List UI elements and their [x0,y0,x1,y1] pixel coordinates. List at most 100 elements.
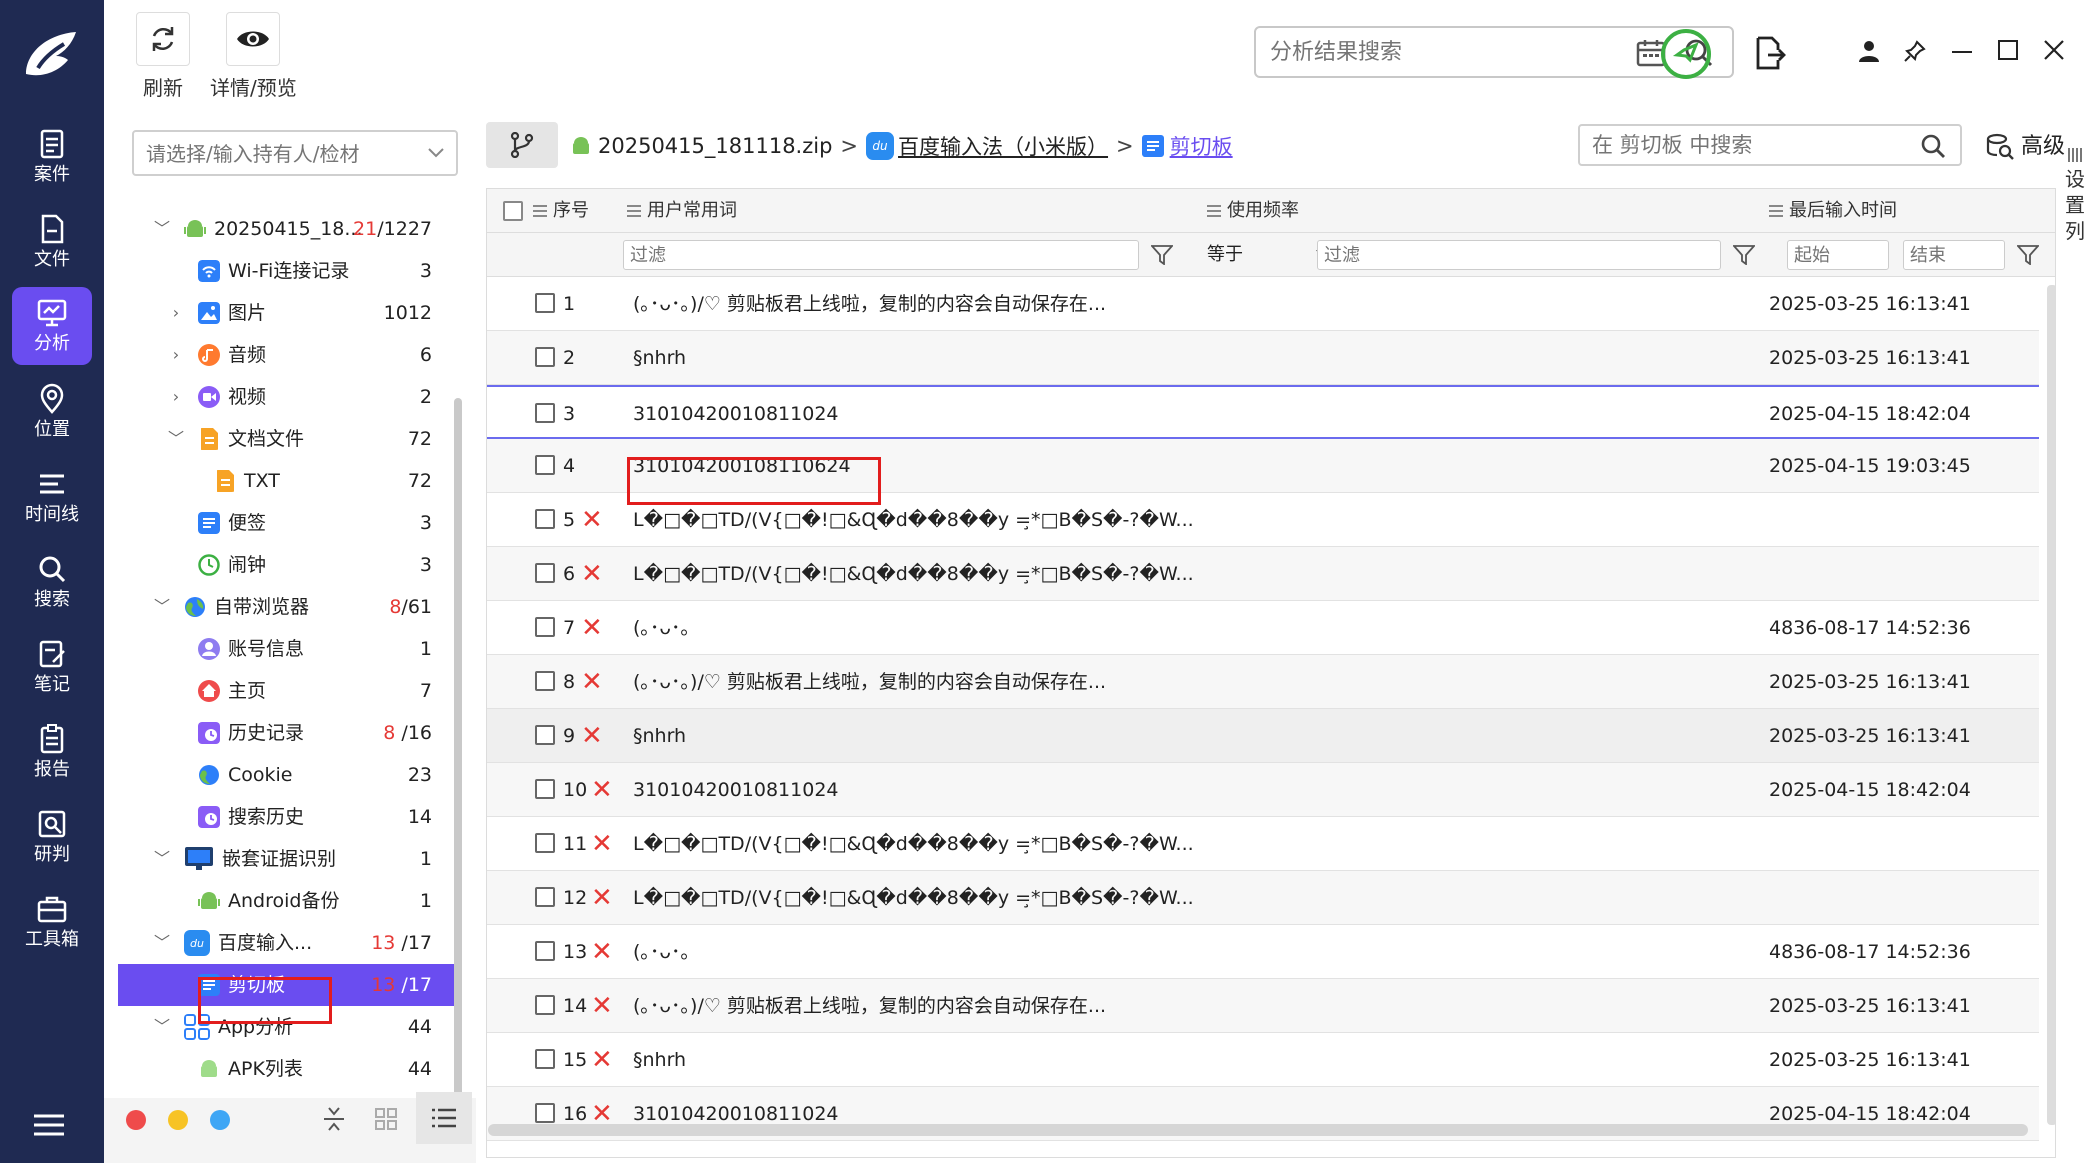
nav-item-note[interactable]: 笔记 [12,628,92,706]
table-row[interactable]: 15 ✕ §nhrh 2025-03-25 16:13:41 [487,1033,2039,1087]
nav-item-file[interactable]: 文件 [12,203,92,281]
row-checkbox[interactable] [535,1049,555,1069]
refresh-button[interactable]: 刷新 [136,12,190,101]
filter-icon[interactable] [2017,245,2039,265]
time-end-box[interactable] [1903,240,2005,270]
table-row[interactable]: 10 ✕ 31010420010811024 2025-04-15 18:42:04 [487,763,2039,817]
nav-item-report[interactable]: 报告 [12,713,92,791]
chevron-down-icon[interactable]: ﹀ [152,586,172,628]
nav-item-search[interactable]: 搜索 [12,543,92,621]
chevron-down-icon[interactable]: ﹀ [152,1006,172,1048]
chevron-right-icon[interactable]: › [166,376,186,418]
row-checkbox[interactable] [535,563,555,583]
table-row[interactable]: 9 ✕ §nhrh 2025-03-25 16:13:41 [487,709,2039,763]
nav-item-location[interactable]: 位置 [12,373,92,451]
close-icon[interactable] [2044,40,2064,60]
table-row[interactable]: 14 ✕ (｡･ᴗ･｡)/♡ 剪贴板君上线啦，复制的内容会自动保存在... 2025-… [487,979,2039,1033]
pin-icon[interactable] [1904,40,1926,62]
tree-item-images[interactable]: › 图片 1012 [118,292,456,334]
shield-status-icon[interactable] [1660,28,1712,80]
table-row[interactable]: 7 ✕ (｡･ᴗ･｡ 4836-08-17 14:52:36 [487,601,2039,655]
tree-item-browser[interactable]: ﹀ 自带浏览器 8/61 [118,586,456,628]
tree-item-account[interactable]: 账号信息 1 [118,628,456,670]
chevron-down-icon[interactable]: ﹀ [152,208,172,250]
advanced-search-button[interactable]: 高级 [1986,128,2065,161]
red-tag-dot[interactable] [126,1110,146,1130]
user-icon[interactable] [1858,40,1880,62]
tree-item-baidu-ime[interactable]: ﹀ du 百度输入... 13 /17 [118,922,456,964]
yellow-tag-dot[interactable] [168,1110,188,1130]
tree-item-device[interactable]: ﹀ 20250415_18... 21/1227 [118,208,456,250]
table-horizontal-scrollbar[interactable] [488,1124,2028,1136]
row-checkbox[interactable] [535,1103,555,1123]
tree-item-alarm[interactable]: 闹钟 3 [118,544,456,586]
time-end-input[interactable] [1910,243,2000,267]
nav-item-case[interactable]: 案件 [12,118,92,196]
blue-tag-dot[interactable] [210,1110,230,1130]
table-row[interactable]: 13 ✕ (｡･ᴗ･｡ 4836-08-17 14:52:36 [487,925,2039,979]
time-start-box[interactable] [1787,240,1889,270]
header-frequency[interactable]: 使用频率 [1207,189,1299,233]
row-checkbox[interactable] [535,293,555,313]
table-row[interactable]: 12 ✕ L�□�□TD/(V{□�!□&Ɋ�d��8��y =̧*□B�S�-?�… [487,871,2039,925]
tree-item-video[interactable]: › 视频 2 [118,376,456,418]
word-filter-input[interactable] [630,243,1093,267]
chevron-down-icon[interactable]: ﹀ [152,838,172,880]
row-checkbox[interactable] [535,671,555,691]
tree-item-android-backup[interactable]: Android备份 1 [118,880,456,922]
tree-item-notes[interactable]: 便签 3 [118,502,456,544]
chevron-down-icon[interactable]: ﹀ [166,418,186,460]
breadcrumb-zip[interactable]: 20250415_181118.zip [598,134,832,158]
tree-item-nested-evidence[interactable]: ﹀ 嵌套证据识别 1 [118,838,456,880]
word-filter-box[interactable] [623,240,1139,270]
frequency-filter-input[interactable] [1324,243,1686,267]
search-icon[interactable] [1920,133,1946,159]
minimize-icon[interactable] [1952,50,1972,54]
breadcrumb-current[interactable]: 剪切板 [1170,131,1233,161]
table-row[interactable]: 11 ✕ L�□�□TD/(V{□�!□&Ɋ�d��8��y =̧*□B�S�-?�… [487,817,2039,871]
chevron-right-icon[interactable]: › [166,334,186,376]
header-index[interactable]: 序号 [533,189,589,233]
tree-item-documents[interactable]: ﹀ 文档文件 72 [118,418,456,460]
export-file-icon[interactable] [1754,36,1786,70]
chevron-down-icon[interactable]: ﹀ [152,922,172,964]
nav-item-analysis[interactable]: 分析 [12,287,92,365]
table-row[interactable]: 2 §nhrh 2025-03-25 16:13:41 [487,331,2039,385]
tree-item-search-history[interactable]: 搜索历史 14 [118,796,456,838]
row-checkbox[interactable] [535,995,555,1015]
branch-button[interactable] [486,122,558,168]
select-all-checkbox[interactable] [503,201,523,221]
tree-item-txt[interactable]: TXT 72 [118,460,456,502]
table-row[interactable]: 6 ✕ L�□�□TD/(V{□�!□&Ɋ�d��8��y =̧*□B�S�-?�W… [487,547,2039,601]
row-checkbox[interactable] [535,725,555,745]
list-view-button[interactable] [416,1092,472,1144]
frequency-filter-box[interactable] [1317,240,1721,270]
row-checkbox[interactable] [535,617,555,637]
settings-column-button[interactable]: 设置列 [2060,148,2090,348]
table-row[interactable]: 1 (｡･ᴗ･｡)/♡ 剪贴板君上线啦，复制的内容会自动保存在... 2025-03… [487,277,2039,331]
owner-select[interactable] [132,130,458,176]
table-row-selected[interactable]: 3 31010420010811024 2025-04-15 18:42:04 [487,385,2039,439]
nav-item-toolbox[interactable]: 工具箱 [12,883,92,961]
time-start-input[interactable] [1794,243,1884,267]
row-checkbox[interactable] [535,403,555,423]
owner-select-input[interactable] [146,140,416,168]
tree-item-cookie[interactable]: Cookie 23 [118,754,456,796]
tree-item-history[interactable]: 历史记录 8 /16 [118,712,456,754]
filter-icon[interactable] [1151,245,1173,265]
grid-view-icon[interactable] [375,1108,397,1130]
chevron-right-icon[interactable]: › [166,292,186,334]
nav-item-judge[interactable]: 研判 [12,798,92,876]
row-checkbox[interactable] [535,941,555,961]
clipboard-search-box[interactable] [1578,124,1962,166]
row-checkbox[interactable] [535,833,555,853]
clipboard-search-input[interactable] [1592,132,1902,158]
tree-item-wifi[interactable]: Wi-Fi连接记录 3 [118,250,456,292]
tree-item-audio[interactable]: › 音频 6 [118,334,456,376]
nav-item-timeline[interactable]: 时间线 [12,458,92,536]
filter-icon[interactable] [1733,245,1755,265]
analysis-search-input[interactable] [1270,36,1630,68]
row-checkbox[interactable] [535,347,555,367]
tree-item-apk-list[interactable]: APK列表 44 [118,1048,456,1090]
table-vertical-scrollbar[interactable] [2047,285,2055,1125]
